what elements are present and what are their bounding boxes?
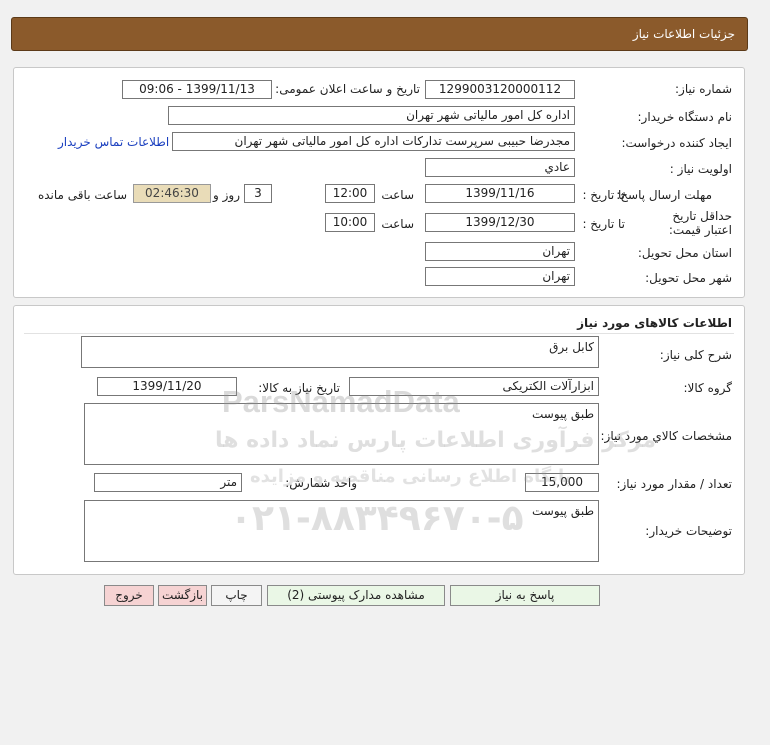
reply-button[interactable]: پاسخ به نیاز bbox=[450, 585, 600, 606]
buyer-org-field: اداره کل امور مالیاتی شهر تهران bbox=[168, 106, 575, 125]
buyer-notes-label: توضیحات خریدار: bbox=[645, 524, 732, 538]
creator-label: ایجاد کننده درخواست: bbox=[621, 136, 732, 150]
deadline-to-date-label: تا تاریخ : bbox=[582, 188, 625, 202]
priority-field: عادي bbox=[425, 158, 575, 177]
creator-field: مجدرضا حبیبی سرپرست تدارکات اداره کل امو… bbox=[172, 132, 575, 151]
city-label: شهر محل تحویل: bbox=[645, 271, 732, 285]
province-label: استان محل تحویل: bbox=[637, 246, 732, 260]
validity-to-date-label: تا تاریخ : bbox=[582, 217, 625, 231]
priority-label: اولویت نیاز : bbox=[669, 162, 732, 176]
view-attachments-button[interactable]: مشاهده مدارک پیوستی (2) bbox=[267, 585, 445, 606]
deadline-label: مهلت ارسال پاسخ: bbox=[616, 188, 712, 202]
need-number-field: 1299003120000112 bbox=[425, 80, 575, 99]
back-button[interactable]: بازگشت bbox=[158, 585, 207, 606]
remaining-label: ساعت باقی مانده bbox=[37, 188, 127, 202]
deadline-time-label: ساعت bbox=[381, 188, 414, 202]
specs-label: مشخصات کالاي مورد نياز: bbox=[600, 429, 732, 443]
validity-label: حداقل تاریخ اعتبار قیمت: bbox=[668, 209, 732, 237]
validity-time-field: 10:00 bbox=[325, 213, 375, 232]
specs-field: طبق پیوست bbox=[84, 403, 599, 465]
need-date-field: 1399/11/20 bbox=[97, 377, 237, 396]
announce-datetime-label: تاریخ و ساعت اعلان عمومی: bbox=[275, 82, 420, 96]
exit-button[interactable]: خروج bbox=[104, 585, 154, 606]
general-desc-field: کابل برق bbox=[81, 336, 599, 368]
announce-datetime-field: 1399/11/13 - 09:06 bbox=[122, 80, 272, 99]
goods-group-field: ابزارآلات الکتریکی bbox=[349, 377, 599, 396]
buyer-org-label: نام دستگاه خریدار: bbox=[637, 110, 733, 124]
remaining-time-field: 02:46:30 bbox=[133, 184, 211, 203]
province-field: تهران bbox=[425, 242, 575, 261]
page-title: جزئیات اطلاعات نیاز bbox=[632, 27, 735, 41]
goods-section-title: اطلاعات کالاهای مورد نیاز bbox=[577, 316, 732, 330]
need-date-label: تاریخ نیاز به کالا: bbox=[258, 381, 340, 395]
validity-date-field: 1399/12/30 bbox=[425, 213, 575, 232]
quantity-label: تعداد / مقدار مورد نیاز: bbox=[616, 477, 732, 491]
general-desc-label: شرح کلی نیاز: bbox=[659, 348, 732, 362]
validity-time-label: ساعت bbox=[381, 217, 414, 231]
print-button[interactable]: چاپ bbox=[211, 585, 262, 606]
deadline-time-field: 12:00 bbox=[325, 184, 375, 203]
remaining-days-field: 3 bbox=[244, 184, 272, 203]
goods-group-label: گروه کالا: bbox=[683, 381, 733, 395]
page-header: جزئیات اطلاعات نیاز bbox=[11, 17, 748, 51]
city-field: تهران bbox=[425, 267, 575, 286]
buyer-notes-field: طبق پیوست bbox=[84, 500, 599, 562]
deadline-date-field: 1399/11/16 bbox=[425, 184, 575, 203]
unit-label: واحد شمارش: bbox=[285, 476, 357, 490]
quantity-field: 15,000 bbox=[525, 473, 599, 492]
goods-section-divider bbox=[24, 333, 734, 334]
unit-field: متر bbox=[94, 473, 242, 492]
days-label: روز و bbox=[213, 188, 240, 202]
buyer-contact-link[interactable]: اطلاعات تماس خریدار bbox=[58, 135, 169, 149]
need-number-label: شماره نیاز: bbox=[675, 82, 732, 96]
need-info-panel bbox=[13, 67, 745, 298]
